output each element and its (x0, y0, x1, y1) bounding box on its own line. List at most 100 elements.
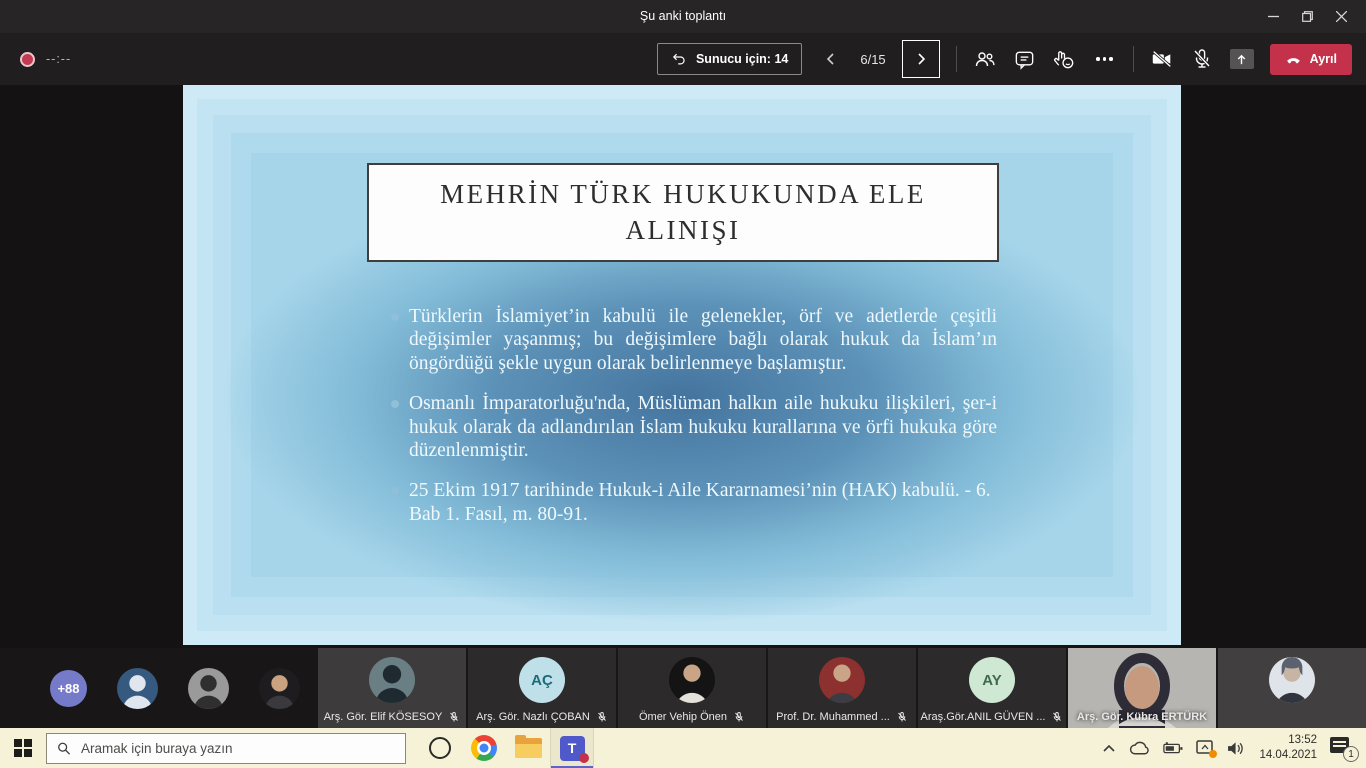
avatar-initials: AY (969, 657, 1015, 703)
chevron-left-icon (824, 52, 838, 66)
slide-canvas[interactable]: MEHRİN TÜRK HUKUKUNDA ELE ALINIŞI Türkle… (183, 85, 1181, 645)
action-center-button[interactable]: 1 (1330, 735, 1356, 761)
participant-filmstrip: +88 Arş. Gör. Elif KÖSESOY AÇ (0, 648, 1366, 728)
bullet-dot-icon (391, 487, 399, 495)
maximize-icon (1302, 11, 1313, 22)
windows-taskbar: 13:52 14.04.2021 1 (0, 728, 1366, 768)
participant-tile[interactable]: Prof. Dr. Muhammed ... (768, 648, 916, 728)
mic-toggle-button[interactable] (1190, 47, 1214, 71)
slide-bullet: Türklerin İslamiyet’in kabulü ile gelene… (391, 305, 997, 375)
chrome-button[interactable] (462, 728, 506, 768)
participant-name: Arş. Gör. Elif KÖSESOY (324, 711, 443, 723)
system-tray: 13:52 14.04.2021 1 (1102, 733, 1366, 763)
mic-muted-icon (1051, 711, 1063, 723)
tray-date: 14.04.2021 (1259, 748, 1317, 763)
overflow-count-badge[interactable]: +88 (50, 670, 87, 707)
raise-hand-icon (1053, 48, 1076, 71)
hangup-phone-icon (1285, 51, 1302, 68)
minimize-button[interactable] (1256, 0, 1290, 33)
participant-name: Ömer Vehip Önen (639, 711, 727, 723)
leave-meeting-button[interactable]: Ayrıl (1270, 44, 1352, 75)
search-input[interactable] (81, 741, 395, 756)
meeting-control-bar: --:-- Sunucu için: 14 6/15 (0, 33, 1366, 85)
participant-tile-video[interactable]: Arş. Gör. Kübra ERTÜRK (1068, 648, 1216, 728)
file-explorer-button[interactable] (506, 728, 550, 768)
divider (956, 46, 957, 72)
meeting-timer: --:-- (46, 52, 71, 66)
bullet-dot-icon (391, 313, 399, 321)
taskbar-search[interactable] (46, 733, 406, 764)
overflow-avatar[interactable] (117, 668, 158, 709)
presenting-active-dot (1209, 750, 1217, 758)
share-arrow-up-icon (1235, 53, 1248, 66)
onedrive-cloud-icon[interactable] (1129, 741, 1150, 755)
chrome-icon (471, 735, 497, 761)
avatar (369, 657, 415, 703)
chat-icon (1013, 48, 1036, 71)
slide-bullet: Osmanlı İmparatorluğu'nda, Müslüman halk… (391, 392, 997, 462)
camera-off-icon (1150, 46, 1174, 72)
close-button[interactable] (1324, 0, 1358, 33)
reactions-raise-hand-button[interactable] (1053, 47, 1077, 71)
avatar-initials: AÇ (519, 657, 565, 703)
recording-indicator-icon (20, 52, 35, 67)
sync-to-presenter-icon (671, 51, 687, 67)
mic-muted-icon (448, 711, 460, 723)
close-icon (1336, 11, 1347, 22)
camera-toggle-button[interactable] (1150, 47, 1174, 71)
presentation-stage: MEHRİN TÜRK HUKUKUNDA ELE ALINIŞI Türkle… (0, 85, 1366, 648)
battery-icon[interactable] (1163, 742, 1183, 755)
presenting-indicator[interactable] (1196, 740, 1214, 756)
cortana-button[interactable] (418, 728, 462, 768)
overflow-avatar[interactable] (188, 668, 229, 709)
mic-off-icon (1190, 47, 1214, 71)
file-explorer-icon (515, 738, 542, 758)
avatar (1269, 657, 1315, 703)
slide-title-box: MEHRİN TÜRK HUKUKUNDA ELE ALINIŞI (367, 163, 999, 262)
participant-name: Arş. Gör. Kübra ERTÜRK (1077, 711, 1207, 723)
people-icon (973, 47, 997, 71)
teams-meeting-window: Şu anki toplantı --:-- Sunucu için: 14 (0, 0, 1366, 768)
teams-button[interactable] (550, 728, 594, 768)
participant-tile[interactable]: Arş. Gör. Elif KÖSESOY (318, 648, 466, 728)
slide-bullet: 25 Ekim 1917 tarihinde Hukuk-i Aile Kara… (391, 479, 997, 526)
mic-muted-icon (896, 711, 908, 723)
start-button[interactable] (0, 728, 46, 768)
minimize-icon (1268, 11, 1279, 22)
participant-name: Araş.Gör.ANIL GÜVEN ... (921, 711, 1046, 723)
participant-tile[interactable]: AY Araş.Gör.ANIL GÜVEN ... (918, 648, 1066, 728)
search-icon (57, 741, 71, 756)
previous-slide-button[interactable] (818, 46, 844, 72)
participant-name: Prof. Dr. Muhammed ... (776, 711, 890, 723)
windows-logo-icon (14, 739, 32, 757)
more-actions-button[interactable] (1093, 47, 1117, 71)
overflow-avatar[interactable] (259, 668, 300, 709)
notification-count-badge: 1 (1343, 746, 1359, 762)
window-titlebar: Şu anki toplantı (0, 0, 1366, 33)
tray-expand-icon[interactable] (1102, 744, 1116, 753)
participant-overflow-area: +88 (0, 648, 316, 728)
avatar (669, 657, 715, 703)
volume-icon[interactable] (1227, 741, 1246, 756)
next-slide-button[interactable] (902, 40, 940, 78)
participant-name: Arş. Gör. Nazlı ÇOBAN (476, 711, 590, 723)
share-tray-button[interactable] (1230, 49, 1254, 69)
divider (1133, 46, 1134, 72)
sync-to-presenter-button[interactable]: Sunucu için: 14 (657, 43, 802, 75)
window-title: Şu anki toplantı (0, 0, 1366, 33)
cortana-icon (429, 737, 451, 759)
tray-clock[interactable]: 13:52 14.04.2021 (1259, 733, 1317, 763)
maximize-button[interactable] (1290, 0, 1324, 33)
participant-tile[interactable] (1218, 648, 1366, 728)
avatar (819, 657, 865, 703)
mic-muted-icon (596, 711, 608, 723)
participant-tile[interactable]: AÇ Arş. Gör. Nazlı ÇOBAN (468, 648, 616, 728)
slide-title: MEHRİN TÜRK HUKUKUNDA ELE ALINIŞI (369, 177, 997, 247)
slide-position-counter: 6/15 (860, 52, 885, 67)
chat-button[interactable] (1013, 47, 1037, 71)
participant-tile[interactable]: Ömer Vehip Önen (618, 648, 766, 728)
more-dots-icon (1096, 57, 1113, 61)
teams-icon (560, 736, 585, 761)
show-participants-button[interactable] (973, 47, 997, 71)
mic-muted-icon (733, 711, 745, 723)
